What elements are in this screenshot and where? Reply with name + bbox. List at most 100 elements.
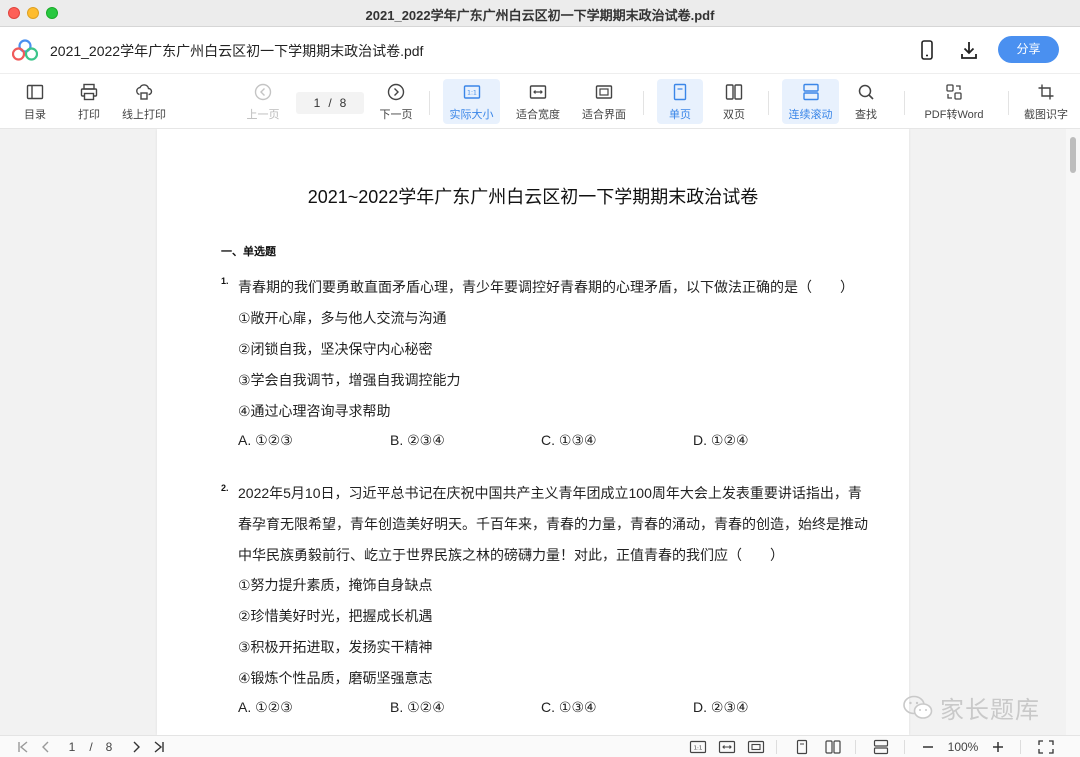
continuous-scroll-button[interactable]: 连续滚动 [782,79,839,124]
toolbar-divider [429,91,430,115]
actual-size-button[interactable]: 1:1 实际大小 [443,79,500,124]
cloud-print-icon [136,84,153,100]
printer-icon [80,83,98,101]
chevron-left-circle-icon [254,83,272,101]
prev-page-button[interactable]: 上一页 [243,79,283,124]
window-title: 2021_2022学年广东广州白云区初一下学期期末政治试卷.pdf [365,8,715,23]
actual-size-small-icon[interactable]: 1:1 [689,739,707,755]
window-titlebar: 2021_2022学年广东广州白云区初一下学期期末政治试卷.pdf [0,0,1080,27]
zoom-out-icon[interactable] [920,739,936,755]
prev-page-icon[interactable] [38,739,54,755]
toolbar-divider [768,91,769,115]
toolbar: 目录 打印 线上打印 上一页 1 / 8 下一页 1:1 实际大小 适合宽度 适… [0,74,1080,129]
ocr-button[interactable]: 截图识字 [1020,79,1072,124]
answer-choice: A. ①②③ [238,432,293,448]
double-page-icon [725,84,743,100]
answer-choice: D. ①②④ [693,432,749,448]
current-page-value: 1 [313,96,321,110]
single-page-button[interactable]: 单页 [657,79,703,124]
share-button[interactable]: 分享 [998,36,1059,63]
app-logo-icon [12,39,38,61]
question-option: ②闭锁自我，坚决保守内心秘密 [238,341,433,357]
status-bar: 1 / 8 1:1 100% [0,735,1080,757]
question-option: ④锻炼个性品质，磨砺坚强意志 [238,670,433,686]
page-separator: / [328,96,332,110]
question-option: ③学会自我调节，增强自我调控能力 [238,372,461,388]
single-page-icon [673,83,687,101]
toc-button[interactable]: 目录 [20,79,50,124]
question-option: ④通过心理咨询寻求帮助 [238,403,391,419]
pdf-to-word-button[interactable]: PDF转Word [920,79,988,124]
document-viewer[interactable]: 2021~2022学年广东广州白云区初一下学期期末政治试卷 一、单选题 1. 青… [0,129,1080,735]
pdf-page: 2021~2022学年广东广州白云区初一下学期期末政治试卷 一、单选题 1. 青… [157,129,909,735]
document-title: 2021_2022学年广东广州白云区初一下学期期末政治试卷.pdf [50,43,424,59]
answer-choice: C. ①③④ [541,699,597,715]
fit-screen-button[interactable]: 适合界面 [577,79,631,124]
section-heading: 一、单选题 [221,246,276,258]
answer-choice: B. ②③④ [390,432,445,448]
first-page-icon[interactable] [15,739,31,755]
toolbar-divider [904,91,905,115]
answer-choice: C. ①③④ [541,432,597,448]
question-stem: 2022年5月10日，习近平总书记在庆祝中国共产主义青年团成立100周年大会上发… [238,485,862,501]
phone-icon[interactable] [916,39,938,61]
download-icon[interactable] [958,39,980,61]
page-number-input[interactable]: 1 / 8 [296,92,364,114]
toc-icon [26,84,44,100]
actual-size-icon: 1:1 [463,85,480,99]
zoom-level[interactable]: 100% [944,739,982,755]
status-page-separator: / [89,740,93,754]
question-stem: 春孕育无限希望，青年创造美好明天。千百年来，青春的力量，青春的涌动，青春的创造，… [238,516,868,532]
question-option: ①敞开心扉，多与他人交流与沟通 [238,310,447,326]
status-divider [776,740,777,754]
double-page-small-icon[interactable] [824,739,842,755]
fit-screen-small-icon[interactable] [747,739,765,755]
question-option: ①努力提升素质，掩饰自身缺点 [238,577,433,593]
document-header: 2021_2022学年广东广州白云区初一下学期期末政治试卷.pdf 分享 [0,27,1080,74]
continuous-scroll-icon [802,83,819,101]
vertical-scrollbar[interactable] [1066,129,1080,735]
continuous-scroll-small-icon[interactable] [872,739,890,755]
question-number: 1. [221,276,229,286]
status-current-page[interactable]: 1 [66,739,78,755]
question-option: ②珍惜美好时光，把握成长机遇 [238,608,433,624]
answer-choice: A. ①②③ [238,699,293,715]
search-button[interactable]: 查找 [846,79,886,124]
fullscreen-icon[interactable] [1037,739,1055,755]
watermark: 家长题库 [902,690,1040,725]
single-page-small-icon[interactable] [794,739,810,755]
search-icon [858,84,874,100]
status-divider [1020,740,1021,754]
convert-icon [946,84,962,100]
answer-choice: B. ①②④ [390,699,445,715]
scrollbar-thumb[interactable] [1070,137,1076,173]
svg-text:1:1: 1:1 [694,746,703,752]
status-divider [904,740,905,754]
toolbar-divider [1008,91,1009,115]
next-page-icon[interactable] [128,739,144,755]
print-button[interactable]: 打印 [74,79,104,124]
total-pages-value: 8 [339,96,347,110]
question-stem: 中华民族勇毅前行、屹立于世界民族之林的磅礴力量！对此，正值青春的我们应（ ） [238,547,784,563]
chevron-right-circle-icon [387,83,405,101]
question-option: ③积极开拓进取，发扬实干精神 [238,639,433,655]
status-total-pages: 8 [105,740,113,754]
fit-width-icon [529,85,547,99]
fit-width-small-icon[interactable] [718,739,736,755]
toolbar-divider [643,91,644,115]
svg-text:1:1: 1:1 [467,90,477,97]
wechat-icon [903,695,933,719]
fit-width-button[interactable]: 适合宽度 [511,79,565,124]
online-print-button[interactable]: 线上打印 [118,79,170,124]
fit-screen-icon [595,85,613,99]
zoom-in-icon[interactable] [990,739,1006,755]
watermark-text: 家长题库 [940,697,1040,724]
status-divider [855,740,856,754]
next-page-button[interactable]: 下一页 [376,79,416,124]
answer-choice: D. ②③④ [693,699,749,715]
pdf-title: 2021~2022学年广东广州白云区初一下学期期末政治试卷 [307,187,759,207]
crop-icon [1038,84,1054,100]
question-number: 2. [221,483,229,493]
double-page-button[interactable]: 双页 [714,79,754,124]
last-page-icon[interactable] [151,739,167,755]
